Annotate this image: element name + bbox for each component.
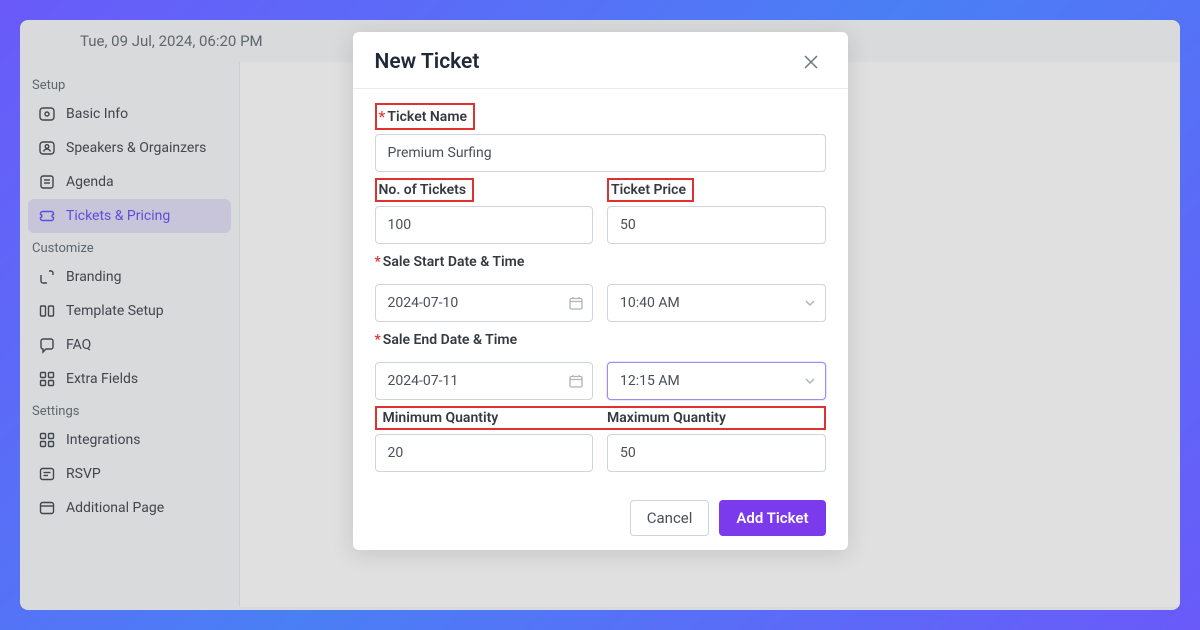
sale-start-time-select[interactable]: 10:40 AM (607, 284, 826, 322)
chevron-down-icon (804, 297, 816, 309)
min-qty-label: Minimum Quantity (383, 410, 594, 426)
ticket-name-label: *Ticket Name (375, 103, 476, 130)
quantity-labels-highlight: Minimum Quantity Maximum Quantity (375, 406, 826, 430)
no-tickets-input[interactable] (375, 206, 594, 244)
calendar-icon (569, 296, 583, 310)
min-qty-input[interactable] (375, 434, 594, 472)
sale-end-date-input[interactable] (375, 362, 594, 400)
sale-start-date-input[interactable] (375, 284, 594, 322)
sale-end-time-select[interactable]: 12:15 AM (607, 362, 826, 400)
max-qty-input[interactable] (607, 434, 826, 472)
ticket-name-input[interactable] (375, 134, 826, 172)
ticket-price-label: Ticket Price (607, 178, 694, 202)
calendar-icon (569, 374, 583, 388)
modal-title: New Ticket (375, 50, 480, 74)
sale-start-label: *Sale Start Date & Time (375, 250, 525, 274)
ticket-price-input[interactable] (607, 206, 826, 244)
cancel-button[interactable]: Cancel (630, 500, 710, 536)
no-tickets-label: No. of Tickets (375, 178, 475, 202)
max-qty-label: Maximum Quantity (607, 410, 818, 426)
chevron-down-icon (804, 375, 816, 387)
add-ticket-button[interactable]: Add Ticket (719, 500, 825, 536)
sale-end-label: *Sale End Date & Time (375, 328, 518, 352)
close-icon (804, 55, 818, 69)
new-ticket-modal: New Ticket *Ticket Name (353, 32, 848, 550)
modal-footer: Cancel Add Ticket (353, 488, 848, 550)
modal-body: *Ticket Name No. of Tickets Tic (353, 89, 848, 488)
modal-header: New Ticket (353, 32, 848, 89)
modal-overlay: New Ticket *Ticket Name (20, 20, 1180, 610)
app-shell: Tue, 09 Jul, 2024, 06:20 PM SetupBasic I… (20, 20, 1180, 610)
close-button[interactable] (796, 51, 826, 73)
